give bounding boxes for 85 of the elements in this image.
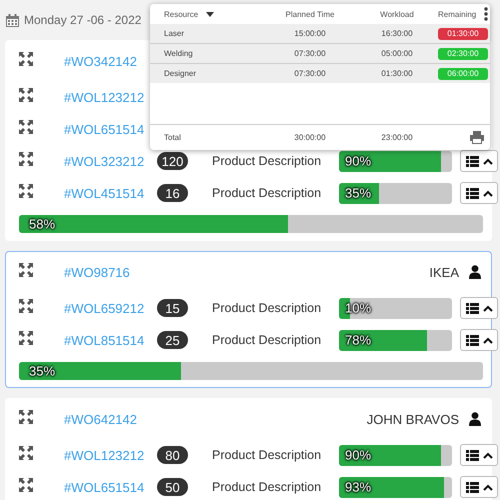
expand-icon[interactable] bbox=[19, 184, 33, 198]
expand-icon[interactable] bbox=[19, 262, 33, 276]
progress-label: 78% bbox=[345, 332, 372, 348]
person-icon bbox=[469, 412, 481, 426]
product-description: Product Description bbox=[212, 186, 322, 200]
list-icon bbox=[466, 450, 478, 460]
planned-time: 15:00:00 bbox=[293, 29, 327, 38]
caret-up-icon bbox=[482, 484, 492, 490]
quantity-badge: 120 bbox=[157, 152, 188, 170]
caret-up-icon bbox=[482, 336, 492, 344]
progress-label: 58% bbox=[29, 216, 56, 232]
list-icon bbox=[466, 302, 478, 314]
customer-name: JOHN BRAVOS bbox=[366, 412, 459, 426]
expand-icon[interactable] bbox=[19, 330, 33, 344]
caret-up-icon bbox=[482, 158, 492, 164]
details-toggle-button[interactable] bbox=[460, 150, 498, 172]
column-header: Workload bbox=[379, 10, 415, 18]
workload: 05:00:00 bbox=[380, 49, 414, 58]
resource-name: Designer bbox=[164, 69, 198, 78]
customer-name: IKEA bbox=[429, 264, 459, 280]
column-header: Remaining bbox=[438, 10, 476, 18]
caret-up-icon bbox=[482, 452, 492, 458]
expand-icon[interactable] bbox=[19, 298, 33, 312]
details-toggle-button[interactable] bbox=[460, 329, 498, 351]
calendar-icon bbox=[6, 14, 19, 26]
expand-icon[interactable] bbox=[19, 410, 33, 424]
progress-label: 35% bbox=[345, 186, 372, 200]
details-toggle-button[interactable] bbox=[460, 444, 498, 466]
product-description: Product Description bbox=[212, 301, 322, 315]
quantity-badge: 25 bbox=[157, 331, 188, 349]
list-icon bbox=[466, 334, 478, 346]
details-toggle-button[interactable] bbox=[460, 297, 498, 319]
order-id-link[interactable]: #WO342142 bbox=[64, 54, 137, 68]
progress-label: 35% bbox=[29, 364, 56, 378]
progress-label: 90% bbox=[345, 448, 372, 462]
total-planned-time: 30:00:00 bbox=[293, 133, 327, 142]
list-icon bbox=[466, 156, 478, 166]
kebab-menu-icon[interactable] bbox=[484, 7, 488, 21]
order-id-link[interactable]: #WO642142 bbox=[64, 412, 137, 426]
remaining-time-badge: 02:30:00 bbox=[438, 48, 488, 60]
caret-up-icon bbox=[482, 304, 492, 312]
product-description: Product Description bbox=[212, 154, 322, 168]
resource-name: Welding bbox=[164, 49, 194, 58]
person-icon bbox=[469, 265, 481, 279]
expand-icon[interactable] bbox=[19, 88, 33, 102]
quantity-badge: 15 bbox=[157, 299, 188, 317]
quantity-badge: 80 bbox=[157, 446, 188, 464]
column-header: Planned Time bbox=[284, 10, 336, 18]
line-id-link[interactable]: #WOL323212 bbox=[64, 154, 157, 168]
total-workload: 23:00:00 bbox=[380, 133, 414, 142]
line-id-link[interactable]: #WOL123212 bbox=[64, 448, 157, 462]
details-toggle-button[interactable] bbox=[460, 476, 498, 498]
list-icon bbox=[466, 482, 478, 492]
expand-icon[interactable] bbox=[19, 152, 33, 166]
resource-name: Laser bbox=[164, 29, 186, 38]
caret-up-icon bbox=[482, 190, 492, 196]
line-id-link[interactable]: #WOL451514 bbox=[64, 186, 157, 200]
quantity-badge: 50 bbox=[157, 478, 188, 496]
remaining-time-badge: 06:00:00 bbox=[438, 68, 488, 80]
expand-icon[interactable] bbox=[19, 446, 33, 460]
list-icon bbox=[466, 188, 478, 198]
expand-icon[interactable] bbox=[19, 120, 33, 134]
total-label: Total bbox=[164, 133, 182, 142]
remaining-time-badge: 01:30:00 bbox=[438, 28, 488, 40]
progress-label: 93% bbox=[345, 480, 372, 494]
planned-time: 07:30:00 bbox=[293, 49, 327, 58]
workload: 01:30:00 bbox=[380, 69, 414, 78]
expand-icon[interactable] bbox=[19, 478, 33, 492]
column-header[interactable]: Resource bbox=[164, 10, 198, 18]
product-description: Product Description bbox=[212, 333, 322, 347]
details-toggle-button[interactable] bbox=[460, 182, 498, 204]
line-id-link[interactable]: #WOL659212 bbox=[64, 300, 157, 316]
expand-icon[interactable] bbox=[19, 52, 33, 66]
progress-label: 90% bbox=[345, 154, 372, 168]
product-description: Product Description bbox=[212, 448, 322, 462]
planned-time: 07:30:00 bbox=[293, 69, 327, 78]
printer-icon[interactable] bbox=[470, 131, 484, 144]
product-description: Product Description bbox=[212, 480, 322, 494]
sort-down-icon[interactable] bbox=[206, 12, 214, 16]
line-id-link[interactable]: #WOL851514 bbox=[64, 332, 157, 348]
quantity-badge: 16 bbox=[157, 184, 188, 202]
order-id-link[interactable]: #WO98716 bbox=[64, 264, 130, 280]
date-label: Monday 27 -06 - 2022 bbox=[24, 13, 142, 27]
workload: 16:30:00 bbox=[380, 29, 414, 38]
line-id-link[interactable]: #WOL651514 bbox=[64, 480, 157, 494]
